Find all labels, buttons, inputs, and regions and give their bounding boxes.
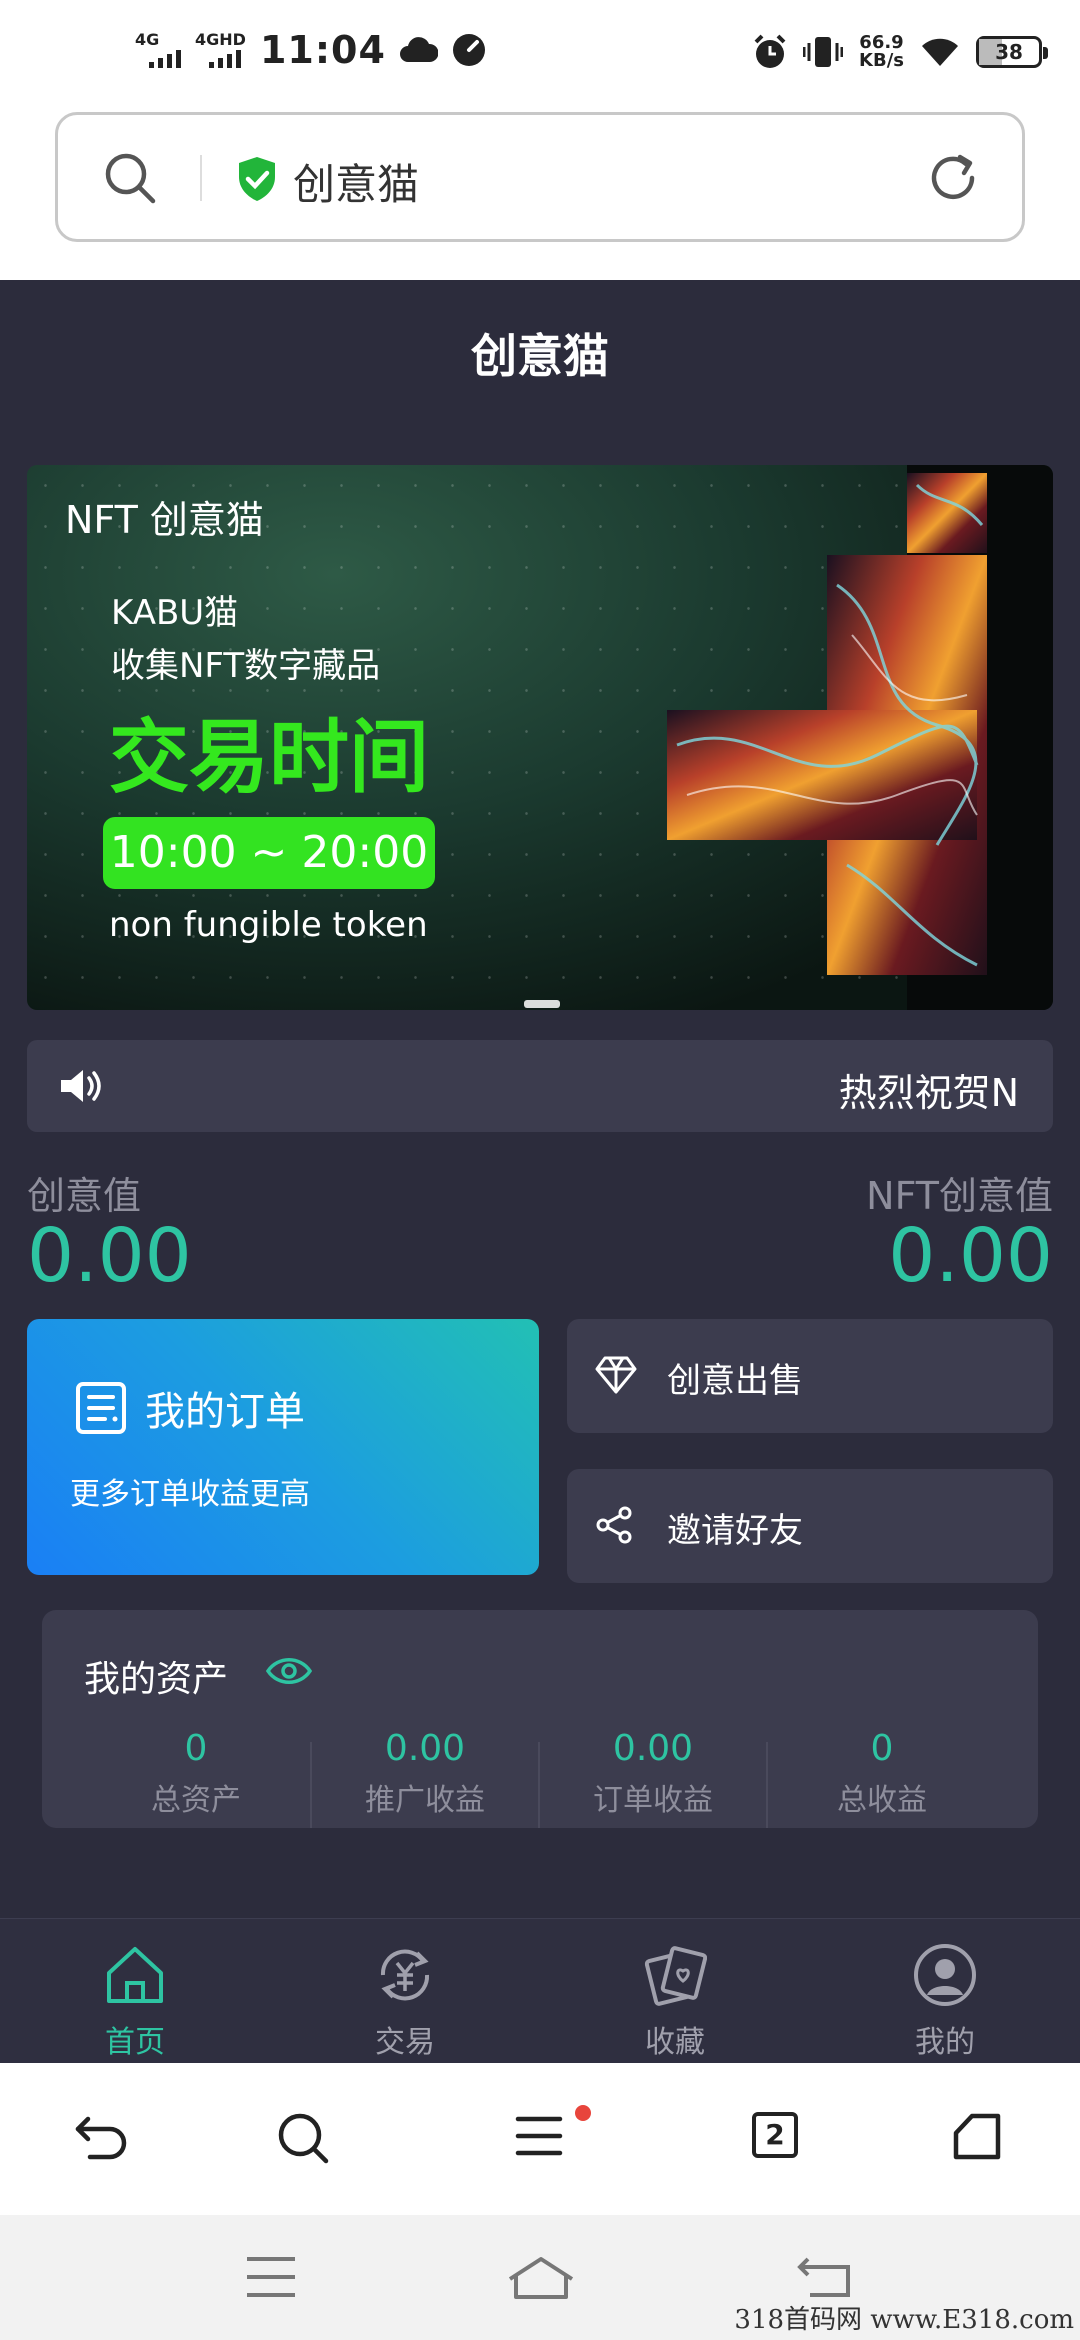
banner-footer: non fungible token <box>109 905 428 945</box>
app-content: 创意猫 NFT 创意猫 KABU猫 收集NFT数字藏品 交易时间 10:00 ~… <box>0 280 1080 2063</box>
banner-time-range: 10:00 ~ 20:00 <box>103 817 435 889</box>
address-title[interactable]: 创意猫 <box>293 151 419 212</box>
signal-4g: 4G <box>135 32 181 68</box>
cloud-icon <box>399 37 438 62</box>
asset-promotion: 0.00 推广收益 <box>311 1728 539 1819</box>
back-icon[interactable] <box>72 2111 130 2163</box>
asset-total-income: 0 总收益 <box>768 1728 996 1819</box>
invite-friends-button[interactable]: 邀请好友 <box>567 1469 1053 1583</box>
battery-level: 38 <box>995 40 1023 64</box>
network-type-2: 4GHD <box>195 30 246 49</box>
banner-page-indicator <box>524 1000 560 1008</box>
asset-total-income-value: 0 <box>870 1728 894 1769</box>
home-icon <box>107 1947 163 2003</box>
tab-trade[interactable]: 交易 <box>270 1919 540 2064</box>
system-home-icon[interactable] <box>506 2255 576 2299</box>
banner-artwork-image <box>667 465 1053 1010</box>
my-assets-title: 我的资产 <box>84 1659 229 1700</box>
browser-toolbar: 2 <box>0 2063 1080 2215</box>
search-icon[interactable] <box>276 2111 330 2165</box>
my-orders-title: 我的订单 <box>145 1389 305 1435</box>
share-icon <box>596 1506 632 1544</box>
status-bar: 4G 4GHD 11:04 66.9 KB/s 38 <box>0 0 1080 110</box>
creative-value-label: 创意值 <box>27 1174 142 1218</box>
bottom-tab-bar: 首页 交易 收藏 我的 <box>0 1918 1080 2063</box>
tab-profile[interactable]: 我的 <box>810 1919 1080 2064</box>
order-list-icon <box>76 1382 126 1434</box>
tab-home-label: 首页 <box>105 2025 165 2060</box>
tab-home[interactable]: 首页 <box>0 1919 270 2064</box>
address-bar[interactable]: 创意猫 <box>55 112 1025 242</box>
asset-total-income-label: 总收益 <box>837 1783 927 1818</box>
page-title: 创意猫 <box>471 329 609 383</box>
nft-creative-value-label: NFT创意值 <box>866 1174 1053 1218</box>
asset-total-label: 总资产 <box>151 1783 241 1818</box>
speaker-icon <box>61 1070 101 1102</box>
menu-notification-dot <box>575 2105 591 2121</box>
home-outline-icon[interactable] <box>952 2111 1004 2163</box>
my-orders-subtitle: 更多订单收益更高 <box>70 1477 310 1512</box>
creative-sell-button[interactable]: 创意出售 <box>567 1319 1053 1433</box>
invite-friends-label: 邀请好友 <box>667 1511 803 1551</box>
asset-total-value: 0 <box>184 1728 208 1769</box>
signal-4ghd: 4GHD <box>195 32 246 68</box>
profile-icon <box>914 1944 976 2006</box>
reload-icon[interactable] <box>926 151 980 205</box>
my-orders-card[interactable]: 我的订单 更多订单收益更高 <box>27 1319 539 1575</box>
clock: 11:04 <box>259 28 386 72</box>
recents-icon[interactable] <box>245 2255 297 2299</box>
asset-promotion-value: 0.00 <box>384 1728 466 1769</box>
system-nav-bar: 318首码网 www.E318.com <box>0 2215 1080 2340</box>
banner-brand: NFT 创意猫 <box>65 498 264 542</box>
alarm-icon <box>754 34 786 68</box>
status-right: 66.9 KB/s 38 <box>753 34 1048 70</box>
asset-promotion-label: 推广收益 <box>365 1783 485 1818</box>
network-type-1: 4G <box>135 30 160 49</box>
creative-value-number: 0.00 <box>27 1213 192 1299</box>
promo-banner[interactable]: NFT 创意猫 KABU猫 收集NFT数字藏品 交易时间 10:00 ~ 20:… <box>27 465 1053 1010</box>
tab-collection[interactable]: 收藏 <box>540 1919 810 2064</box>
network-speed: 66.9 KB/s <box>859 34 904 70</box>
menu-icon[interactable] <box>514 2111 564 2161</box>
tab-profile-label: 我的 <box>915 2025 975 2060</box>
watermark-text: 318首码网 www.E318.com <box>734 2305 1074 2335</box>
notice-bar[interactable]: 热烈祝贺N <box>27 1040 1053 1132</box>
tabs-count-button[interactable]: 2 <box>752 2112 798 2158</box>
eye-icon[interactable] <box>266 1656 312 1686</box>
shield-check-icon <box>239 157 275 201</box>
system-back-icon[interactable] <box>796 2255 852 2299</box>
collection-icon <box>644 1946 707 2006</box>
notice-text: 热烈祝贺N <box>838 1071 1019 1115</box>
banner-line2: 收集NFT数字藏品 <box>111 646 381 686</box>
battery-icon: 38 <box>976 36 1048 68</box>
tab-trade-label: 交易 <box>375 2025 435 2060</box>
vibrate-icon <box>803 37 844 67</box>
signal-bars-icon <box>209 48 241 68</box>
signal-bars-icon <box>149 48 181 68</box>
asset-order-income: 0.00 订单收益 <box>539 1728 767 1819</box>
asset-order-income-label: 订单收益 <box>593 1783 713 1818</box>
banner-headline: 交易时间 <box>109 711 429 804</box>
speed-unit: KB/s <box>859 50 904 71</box>
asset-order-income-value: 0.00 <box>612 1728 694 1769</box>
nft-creative-value-number: 0.00 <box>888 1213 1053 1299</box>
status-left: 4G 4GHD 11:04 <box>135 28 486 72</box>
search-icon[interactable] <box>103 151 157 205</box>
address-divider <box>200 155 202 201</box>
tab-collection-label: 收藏 <box>645 2025 705 2060</box>
creative-sell-label: 创意出售 <box>667 1361 803 1401</box>
my-assets-panel: 我的资产 0 总资产 0.00 推广收益 0.00 订单收益 0 总收益 <box>42 1610 1038 1828</box>
banner-line1: KABU猫 <box>111 593 239 633</box>
trade-icon <box>380 1949 430 2001</box>
asset-total: 0 总资产 <box>82 1728 310 1819</box>
wifi-icon <box>922 38 958 66</box>
diamond-icon <box>595 1356 637 1394</box>
speedometer-icon <box>452 34 485 66</box>
